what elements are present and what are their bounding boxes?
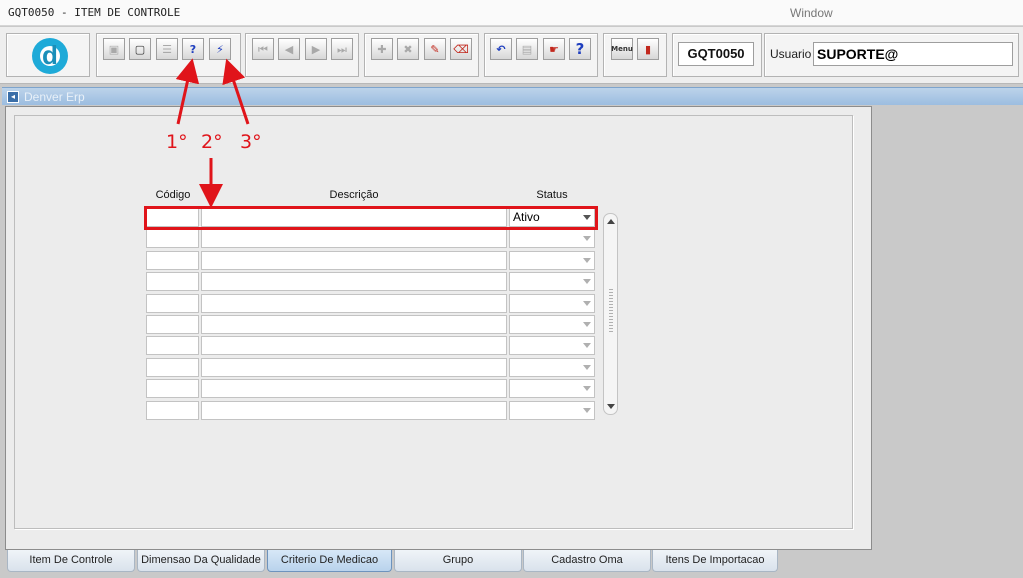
tab-criterio-de-medicao[interactable]: Criterio De Medicao [267, 550, 392, 572]
tab-dimensao-da-qualidade[interactable]: Dimensao Da Qualidade [137, 550, 265, 572]
annotation-arrow-3 [222, 58, 250, 125]
tab-grupo[interactable]: Grupo [394, 550, 522, 572]
denver-logo-icon: d [32, 38, 68, 74]
annotation-label-3: 3° [240, 131, 262, 153]
annotation-label-2: 2° [201, 131, 223, 153]
annotation-arrows [175, 58, 250, 208]
tab-cadastro-oma[interactable]: Cadastro Oma [523, 550, 651, 572]
annotation-label-1: 1° [166, 131, 188, 153]
tab-itens-de-importacao[interactable]: Itens De Importacao [652, 550, 778, 572]
tab-item-de-controle[interactable]: Item De Controle [7, 550, 135, 572]
annotation-arrow-1 [175, 58, 200, 125]
